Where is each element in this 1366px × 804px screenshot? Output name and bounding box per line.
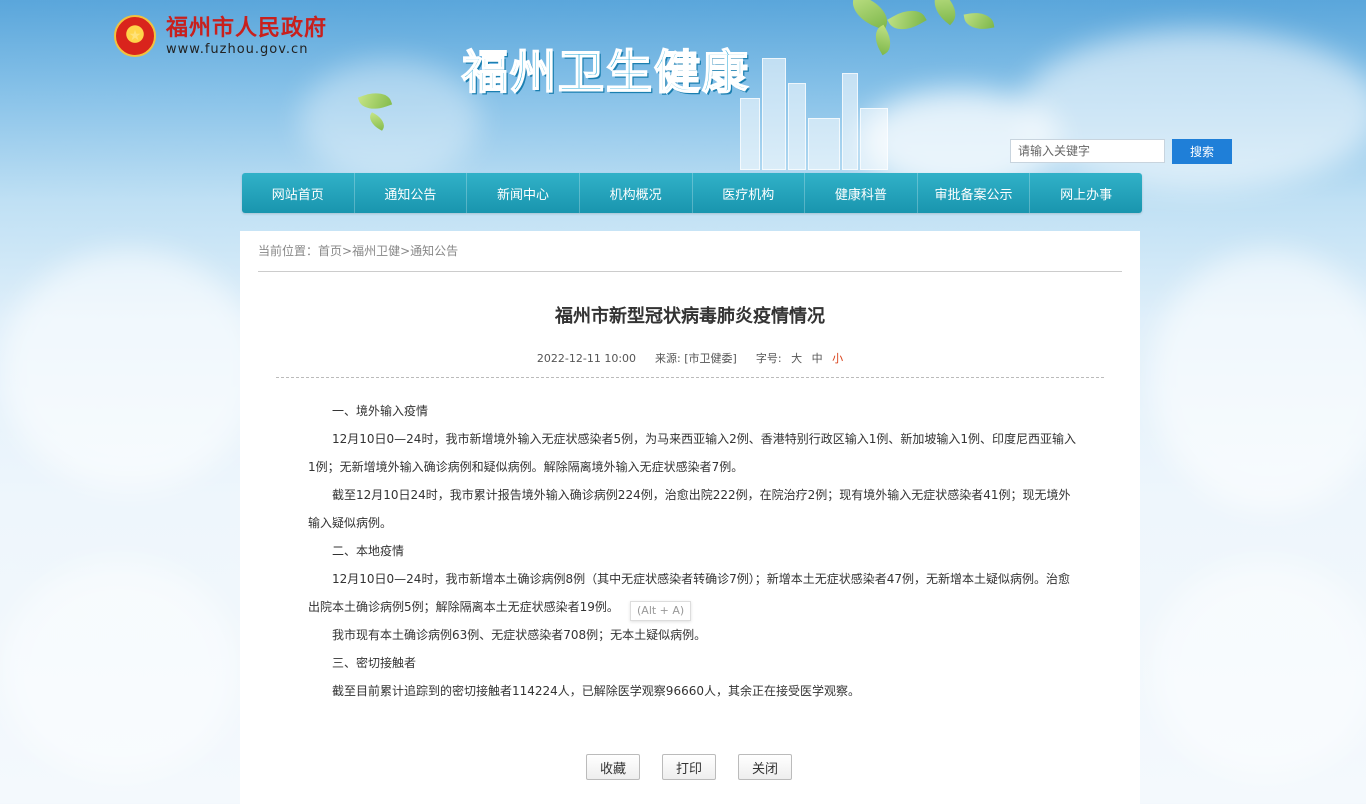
font-size-large[interactable]: 大 <box>791 352 802 365</box>
national-emblem-icon: ★ <box>114 15 156 57</box>
article-paragraph: 截至目前累计追踪到的密切接触者114224人，已解除医学观察96660人，其余正… <box>332 684 860 698</box>
font-size-small[interactable]: 小 <box>832 352 843 365</box>
nav-item-about[interactable]: 机构概况 <box>580 173 693 213</box>
cloud-decoration <box>1020 30 1366 190</box>
site-title: 福州卫生健康 <box>461 44 750 100</box>
nav-item-notices[interactable]: 通知公告 <box>355 173 468 213</box>
leaf-decoration <box>927 0 963 26</box>
cloud-decoration <box>0 250 260 490</box>
cloud-decoration <box>1150 250 1366 510</box>
cloud-decoration <box>300 60 480 180</box>
article-date: 2022-12-11 10:00 <box>536 352 637 365</box>
cloud-decoration <box>1150 560 1366 780</box>
main-nav: 网站首页 通知公告 新闻中心 机构概况 医疗机构 健康科普 审批备案公示 网上办… <box>242 173 1142 213</box>
article-meta: 2022-12-11 10:00 来源: [市卫健委] 字号: 大 中 小 <box>240 350 1140 366</box>
close-button[interactable]: 关闭 <box>738 754 792 780</box>
search-bar: 搜索 <box>1010 139 1232 164</box>
article-paragraph: 二、本地疫情 <box>332 544 405 558</box>
nav-item-health-science[interactable]: 健康科普 <box>805 173 918 213</box>
nav-item-news[interactable]: 新闻中心 <box>467 173 580 213</box>
article-title: 福州市新型冠状病毒肺炎疫情情况 <box>555 306 825 327</box>
nav-item-online-services[interactable]: 网上办事 <box>1030 173 1142 213</box>
article-source: 来源: [市卫健委] <box>655 352 737 365</box>
font-size-medium[interactable]: 中 <box>812 352 823 365</box>
screenshot-shortcut-tooltip: (Alt + A) <box>630 601 692 621</box>
meta-divider <box>276 377 1104 378</box>
nav-item-home[interactable]: 网站首页 <box>242 173 355 213</box>
font-size-label: 字号: <box>755 352 782 365</box>
article-paragraph: 三、密切接触者 <box>332 656 417 670</box>
article-actions: 收藏 打印 关闭 <box>586 754 792 780</box>
gov-url: www.fuzhou.gov.cn <box>166 42 309 57</box>
gov-name: 福州市人民政府 <box>166 15 328 41</box>
article-panel: 当前位置：首页>福州卫健>通知公告 福州市新型冠状病毒肺炎疫情情况 2022-1… <box>240 231 1140 804</box>
article-paragraph: 12月10日0—24时，我市新增本土确诊病例8例（其中无症状感染者转确诊7例）；… <box>308 572 1070 614</box>
search-button[interactable]: 搜索 <box>1172 139 1232 164</box>
article-paragraph: 截至12月10日24时，我市累计报告境外输入确诊病例224例，治愈出院222例，… <box>308 488 1071 530</box>
breadcrumb-divider <box>258 271 1122 272</box>
article-paragraph: 我市现有本土确诊病例63例、无症状感染者708例；无本土疑似病例。 <box>332 628 707 642</box>
nav-item-approval-publicity[interactable]: 审批备案公示 <box>918 173 1031 213</box>
article-body: 一、境外输入疫情 12月10日0—24时，我市新增境外输入无症状感染者5例，为马… <box>308 397 1078 705</box>
print-button[interactable]: 打印 <box>662 754 716 780</box>
cloud-decoration <box>0 560 240 780</box>
nav-item-medical-institutions[interactable]: 医疗机构 <box>693 173 806 213</box>
article-paragraph: 一、境外输入疫情 <box>332 404 429 418</box>
city-skyline-decoration <box>740 40 890 170</box>
leaf-decoration <box>963 9 995 33</box>
search-input[interactable] <box>1010 139 1165 163</box>
article-paragraph: 12月10日0—24时，我市新增境外输入无症状感染者5例，为马来西亚输入2例、香… <box>308 432 1076 474</box>
gov-logo[interactable]: ★ 福州市人民政府 www.fuzhou.gov.cn <box>114 14 327 58</box>
favorite-button[interactable]: 收藏 <box>586 754 640 780</box>
leaf-decoration <box>887 2 927 38</box>
leaf-decoration <box>847 0 893 31</box>
breadcrumb-prefix: 当前位置： <box>258 244 319 258</box>
breadcrumb-path[interactable]: 首页>福州卫健>通知公告 <box>318 244 458 258</box>
breadcrumb: 当前位置：首页>福州卫健>通知公告 <box>258 242 458 259</box>
